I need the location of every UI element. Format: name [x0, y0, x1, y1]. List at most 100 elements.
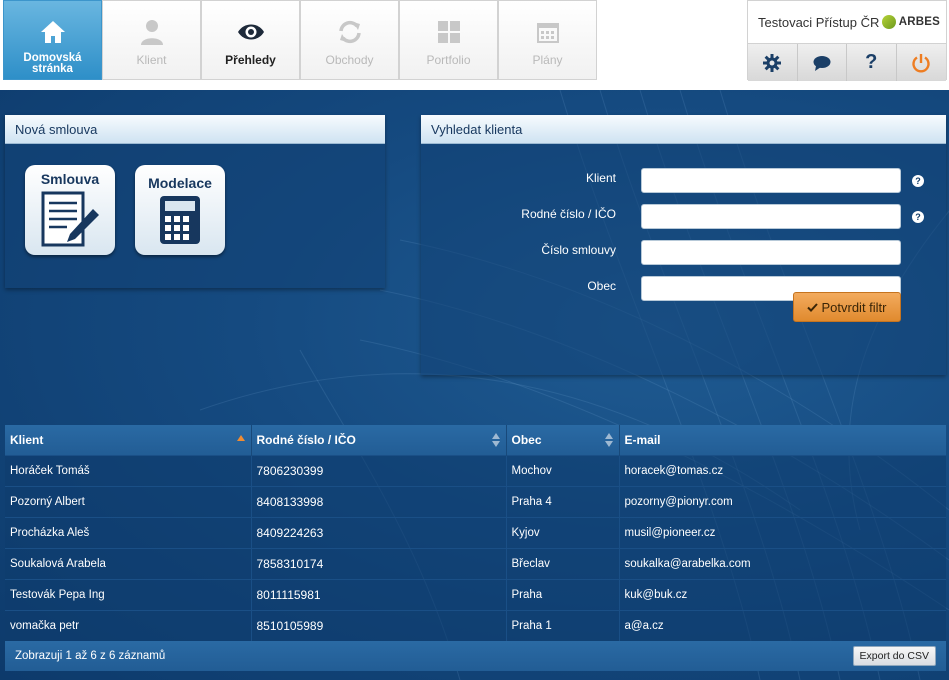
calculator-icon: [160, 196, 200, 244]
birth-number-label: Rodné číslo / IČO: [521, 207, 616, 221]
cell-client: Testovák Pepa Ing: [5, 578, 252, 610]
cell-email: horacek@tomas.cz: [619, 454, 946, 486]
table-row[interactable]: Procházka Aleš 8409224263 Kyjov musil@pi…: [5, 516, 946, 548]
birth-number-help-icon[interactable]: ?: [912, 211, 924, 223]
nav-item-overviews[interactable]: Přehledy: [201, 0, 300, 80]
arbes-logo: ARBES: [881, 15, 940, 29]
sort-asc-icon: [236, 435, 245, 441]
confirm-filter-button[interactable]: Potvrdit filtr: [793, 292, 901, 322]
search-client-panel: Vyhledat klienta Klient ? Rodné číslo / …: [421, 115, 946, 375]
cell-municipality: Praha 4: [506, 485, 620, 517]
nav-label-deals: Obchody: [325, 53, 374, 67]
modeling-tile[interactable]: Modelace: [135, 165, 225, 255]
cell-email: pozorny@pionyr.com: [619, 485, 946, 517]
column-header-birth-number[interactable]: Rodné číslo / IČO: [251, 425, 507, 455]
contract-tile[interactable]: Smlouva: [25, 165, 115, 255]
cell-client: vomačka petr: [5, 609, 252, 641]
client-input[interactable]: [641, 168, 901, 193]
column-header-municipality[interactable]: Obec: [506, 425, 620, 455]
chat-icon: [813, 55, 831, 71]
user-actions: ?: [748, 43, 946, 81]
top-bar: Domovská stránka Klient Přehledy Obchody…: [0, 0, 949, 90]
new-contract-panel: Nová smlouva Smlouva Modelace: [5, 115, 385, 288]
contract-number-label: Číslo smlouvy: [541, 243, 616, 257]
cell-municipality: Mochov: [506, 454, 620, 486]
new-contract-title: Nová smlouva: [5, 115, 385, 144]
table-row[interactable]: Horáček Tomáš 7806230399 Mochov horacek@…: [5, 454, 946, 486]
settings-button[interactable]: [748, 44, 798, 81]
arbes-logo-mark-icon: [881, 15, 896, 29]
nav-item-home[interactable]: Domovská stránka: [3, 0, 102, 80]
cell-email: kuk@buk.cz: [619, 578, 946, 610]
confirm-filter-label: Potvrdit filtr: [821, 299, 887, 315]
eye-icon: [236, 17, 266, 47]
grid-icon: [434, 17, 464, 47]
gear-icon: [763, 53, 782, 72]
column-header-municipality-label: Obec: [511, 432, 542, 447]
cell-birth-number: 8510105989: [251, 609, 507, 641]
column-header-birth-number-label: Rodné číslo / IČO: [256, 432, 356, 447]
cell-client: Horáček Tomáš: [5, 454, 252, 486]
column-header-client-label: Klient: [10, 432, 44, 447]
table-row[interactable]: Testovák Pepa Ing 8011115981 Praha kuk@b…: [5, 578, 946, 610]
column-header-client[interactable]: Klient: [5, 425, 252, 455]
nav-label-client: Klient: [136, 53, 167, 67]
refresh-icon: [335, 17, 365, 47]
person-icon: [137, 17, 167, 47]
cell-municipality: Praha: [506, 578, 620, 610]
messages-button[interactable]: [797, 44, 847, 81]
nav-label-overviews: Přehledy: [225, 53, 276, 67]
cell-client: Procházka Aleš: [5, 516, 252, 548]
sort-both-icon: [604, 433, 613, 447]
home-icon: [38, 17, 68, 47]
nav-label-home: Domovská stránka: [23, 52, 82, 75]
table-header-row: Klient Rodné číslo / IČO Obec E-mail: [5, 425, 946, 455]
nav-item-plans[interactable]: Plány: [498, 0, 597, 80]
contract-tile-label: Smlouva: [40, 171, 100, 187]
nav-item-portfolio[interactable]: Portfolio: [399, 0, 498, 80]
cell-email: musil@pioneer.cz: [619, 516, 946, 548]
nav-label-plans: Plány: [532, 53, 563, 67]
table-footer: Zobrazuji 1 až 6 z 6 záznamů Export do C…: [5, 641, 946, 671]
cell-client: Soukalová Arabela: [5, 547, 252, 579]
main-area: Nová smlouva Smlouva Modelace Vyhledat k…: [0, 90, 949, 680]
cell-birth-number: 7858310174: [251, 547, 507, 579]
cell-municipality: Kyjov: [506, 516, 620, 548]
cell-birth-number: 8011115981: [251, 578, 507, 610]
document-pen-icon: [41, 191, 99, 247]
cell-municipality: Praha 1: [506, 609, 620, 641]
cell-birth-number: 7806230399: [251, 454, 507, 486]
nav-item-deals[interactable]: Obchody: [300, 0, 399, 80]
column-header-email-label: E-mail: [624, 432, 661, 447]
cell-client: Pozorný Albert: [5, 485, 252, 517]
user-box: Testovaci Přístup ČR ARBES ?: [747, 0, 947, 81]
birth-number-input[interactable]: [641, 204, 901, 229]
municipality-label: Obec: [587, 279, 616, 293]
client-help-icon[interactable]: ?: [912, 175, 924, 187]
column-header-email[interactable]: E-mail: [619, 425, 946, 455]
cell-municipality: Břeclav: [506, 547, 620, 579]
cell-birth-number: 8409224263: [251, 516, 507, 548]
cell-email: a@a.cz: [619, 609, 946, 641]
nav-item-client[interactable]: Klient: [102, 0, 201, 80]
power-icon: [912, 53, 930, 72]
check-icon: [807, 302, 819, 312]
modeling-tile-label: Modelace: [148, 175, 212, 191]
table-row[interactable]: vomačka petr 8510105989 Praha 1 a@a.cz: [5, 609, 946, 641]
table-row[interactable]: Pozorný Albert 8408133998 Praha 4 pozorn…: [5, 485, 946, 517]
logout-button[interactable]: [896, 44, 946, 81]
cell-birth-number: 8408133998: [251, 485, 507, 517]
record-count-text: Zobrazuji 1 až 6 z 6 záznamů: [15, 650, 166, 662]
cell-email: soukalka@arabelka.com: [619, 547, 946, 579]
search-client-title: Vyhledat klienta: [421, 115, 946, 144]
export-csv-button[interactable]: Export do CSV: [852, 646, 936, 666]
contract-number-input[interactable]: [641, 240, 901, 265]
table-row[interactable]: Soukalová Arabela 7858310174 Břeclav sou…: [5, 547, 946, 579]
calendar-icon: [533, 17, 563, 47]
client-label: Klient: [585, 171, 616, 185]
sort-both-icon: [491, 433, 500, 447]
main-nav: Domovská stránka Klient Přehledy Obchody…: [3, 0, 597, 80]
user-name: Testovaci Přístup ČR: [758, 14, 880, 30]
help-button[interactable]: ?: [847, 44, 897, 81]
client-table: Klient Rodné číslo / IČO Obec E-mail Hor…: [5, 425, 946, 671]
